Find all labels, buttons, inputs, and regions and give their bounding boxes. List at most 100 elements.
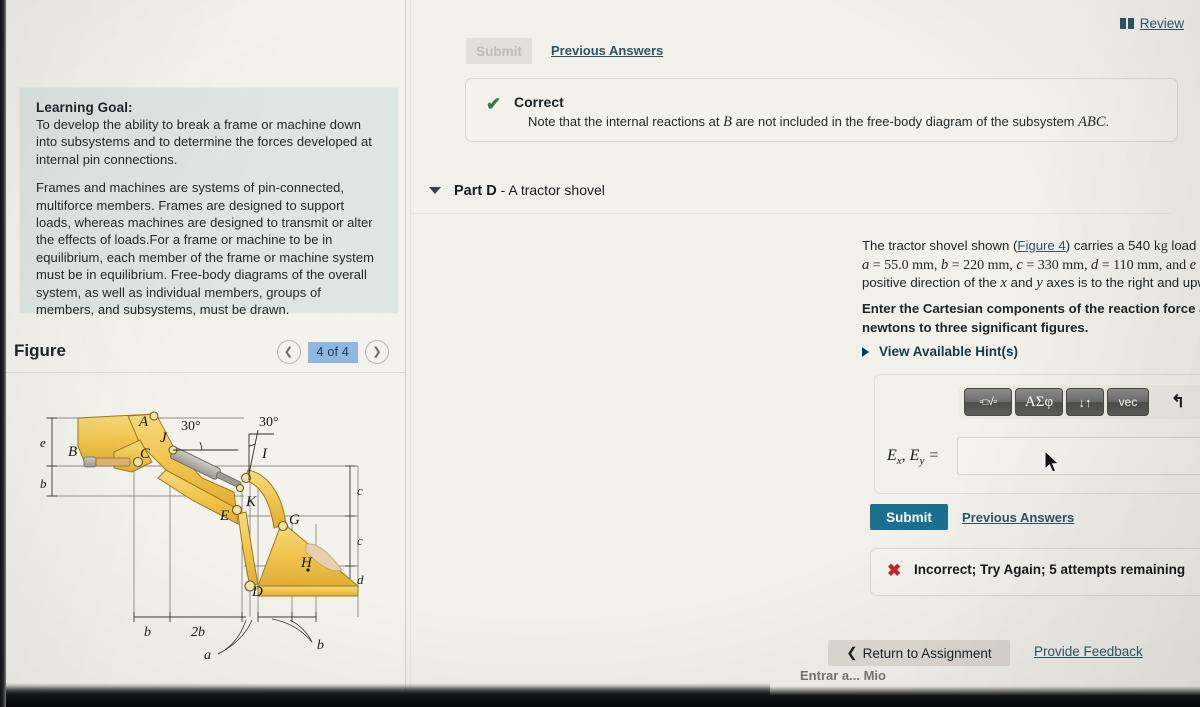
correct-note-var-b: B — [723, 114, 732, 130]
figure-title: Figure — [14, 341, 66, 360]
svg-text:30°: 30° — [259, 415, 279, 430]
review-label: Review — [1139, 16, 1184, 31]
view-hints-toggle[interactable]: View Available Hint(s) — [862, 344, 1018, 359]
figure-label-D: D — [251, 584, 263, 600]
check-icon: ✔ — [486, 94, 502, 114]
figure-label-E: E — [219, 508, 229, 524]
answer-label-ey-sub: y — [919, 455, 925, 468]
template-sqrt-button[interactable]: ▫ □ √▫ — [964, 388, 1012, 416]
figure-navigation: ❮ 4 of 4 ❯ — [276, 340, 389, 364]
learning-goal-paragraph-2: Frames and machines are systems of pin-c… — [36, 180, 374, 318]
figure-label-K: K — [245, 494, 257, 510]
right-content-panel: Review Submit Previous Answers ✔ Correct… — [411, 0, 1200, 707]
figure-divider — [6, 372, 405, 373]
answer-label: Ex, Ey = — [887, 447, 940, 468]
learning-goal-paragraph-1: To develop the ability to break a frame … — [36, 117, 372, 167]
learning-goal-card: Learning Goal: To develop the ability to… — [20, 88, 398, 317]
undo-icon[interactable]: ↰ — [1165, 389, 1191, 415]
part-divider — [411, 213, 1171, 214]
problem-text-6: and — [1006, 275, 1037, 291]
svg-text:d: d — [357, 572, 364, 587]
submit-button-top[interactable]: Submit — [466, 38, 532, 64]
redo-icon[interactable]: ↱ — [1194, 389, 1200, 415]
instruction-text-1: Enter the Cartesian components of the re… — [862, 301, 1200, 316]
caret-right-icon[interactable] — [862, 346, 869, 357]
book-icon — [1119, 18, 1134, 29]
problem-val-a: = 55.0 mm, — [869, 257, 941, 273]
answer-label-ey: E — [909, 447, 920, 464]
correct-note-mid: are not included in the free-body diagra… — [731, 114, 1079, 129]
mouse-cursor — [1044, 449, 1062, 481]
submit-button[interactable]: Submit — [870, 504, 948, 530]
answer-input[interactable] — [957, 437, 1200, 475]
tractor-shovel-diagram: e b c c d b 2b a b 30° 30° A B C D E G H… — [40, 411, 364, 663]
screen-bezel-bottom — [0, 677, 1200, 707]
answer-label-ex: E — [887, 447, 897, 464]
math-toolbar: ▫□√▫ ΑΣφ ↓↑ vec ↰ ↱ ↻ ⌨1 ? — [959, 385, 1200, 419]
problem-unit-kg: kg — [1153, 239, 1168, 254]
answer-equals: = — [928, 447, 940, 464]
figure-count-badge[interactable]: 4 of 4 — [307, 341, 358, 363]
svg-text:30°: 30° — [181, 419, 201, 434]
previous-answers-link-bottom[interactable]: Previous Answers — [962, 510, 1074, 525]
problem-text-1: The tractor shovel shown ( — [862, 238, 1018, 253]
svg-text:b: b — [40, 476, 47, 491]
figure-label-I: I — [261, 446, 268, 462]
panel-divider-secondary — [410, 0, 411, 707]
incorrect-feedback-box: ✖ Incorrect; Try Again; 5 attempts remai… — [870, 548, 1200, 596]
problem-val-e: = 385 mm. Find the reaction force at — [1196, 258, 1200, 273]
provide-feedback-link[interactable]: Provide Feedback — [1034, 644, 1143, 659]
problem-text-7: axes is to the right and upward, respect… — [1046, 275, 1200, 291]
correct-note-var-abc: ABC — [1078, 114, 1106, 130]
problem-instruction: Enter the Cartesian components of the re… — [862, 300, 1200, 336]
part-d-header[interactable]: Part D - A tractor shovel — [429, 182, 605, 199]
figure-label-B: B — [68, 444, 77, 460]
figure-label-A: A — [138, 414, 149, 430]
figure-label-G: G — [289, 512, 300, 528]
svg-text:b: b — [317, 638, 324, 653]
problem-val-c: = 330 mm, — [1022, 257, 1091, 273]
screen-bezel-left — [0, 0, 6, 707]
figure-header: Figure ❮ 4 of 4 ❯ — [6, 338, 405, 372]
chevron-right-icon[interactable]: ❯ — [365, 340, 389, 364]
learning-goal-title: Learning Goal: — [36, 100, 133, 115]
figure-4-link[interactable]: Figure 4 — [1017, 238, 1065, 253]
hints-label: View Available Hint(s) — [879, 344, 1019, 359]
previous-answers-link-top[interactable]: Previous Answers — [551, 43, 663, 58]
svg-text:2b: 2b — [191, 625, 205, 640]
x-icon: ✖ — [887, 561, 902, 580]
correct-note-pre: Note that the internal reactions at — [528, 114, 724, 129]
figure-label-H: H — [300, 555, 313, 571]
svg-text:c: c — [357, 533, 363, 548]
figure-label-C: C — [140, 446, 151, 462]
correct-note: Note that the internal reactions at B ar… — [528, 114, 1109, 131]
svg-text:e: e — [40, 435, 46, 450]
figure-image-tractor-shovel[interactable]: e b c c d b 2b a b 30° 30° A B C D E G H… — [6, 374, 405, 664]
vector-button[interactable]: vec — [1107, 388, 1149, 416]
caret-down-icon[interactable] — [429, 187, 441, 194]
problem-text-3: load that has its center of mass at — [1171, 238, 1200, 253]
chevron-left-icon[interactable]: ❮ — [276, 340, 301, 364]
greek-symbols-button[interactable]: ΑΣφ — [1015, 388, 1063, 416]
part-title: Part D - A tractor shovel — [454, 182, 605, 199]
svg-text:c: c — [357, 483, 363, 498]
incorrect-message: Incorrect; Try Again; 5 attempts remaini… — [914, 562, 1186, 577]
updown-arrows-button[interactable]: ↓↑ — [1066, 388, 1104, 416]
return-to-assignment-button[interactable]: ❮ Return to Assignment — [828, 640, 1010, 666]
screenshot-root: Learning Goal: To develop the ability to… — [0, 0, 1200, 707]
problem-val-d: = 110 mm, and — [1098, 257, 1190, 273]
chevron-left-small-icon: ❮ — [846, 645, 858, 660]
left-content-panel: Learning Goal: To develop the ability to… — [6, 0, 405, 707]
part-title-main: Part D — [454, 183, 497, 199]
panel-divider — [405, 0, 406, 707]
part-title-sub: - A tractor shovel — [496, 182, 605, 198]
correct-feedback-box: ✔ Correct Note that the internal reactio… — [465, 78, 1178, 142]
review-link[interactable]: Review — [1119, 16, 1184, 31]
svg-text:b: b — [144, 625, 151, 640]
answer-entry-widget: ▫□√▫ ΑΣφ ↓↑ vec ↰ ↱ ↻ ⌨1 ? Ex, Ey = N — [874, 374, 1200, 494]
correct-note-post: . — [1105, 114, 1110, 129]
correct-title: Correct — [514, 94, 564, 110]
return-button-label: Return to Assignment — [862, 645, 992, 661]
problem-val-b: = 220 mm, — [948, 257, 1017, 273]
problem-text-2: ) carries a 540 — [1065, 238, 1154, 253]
